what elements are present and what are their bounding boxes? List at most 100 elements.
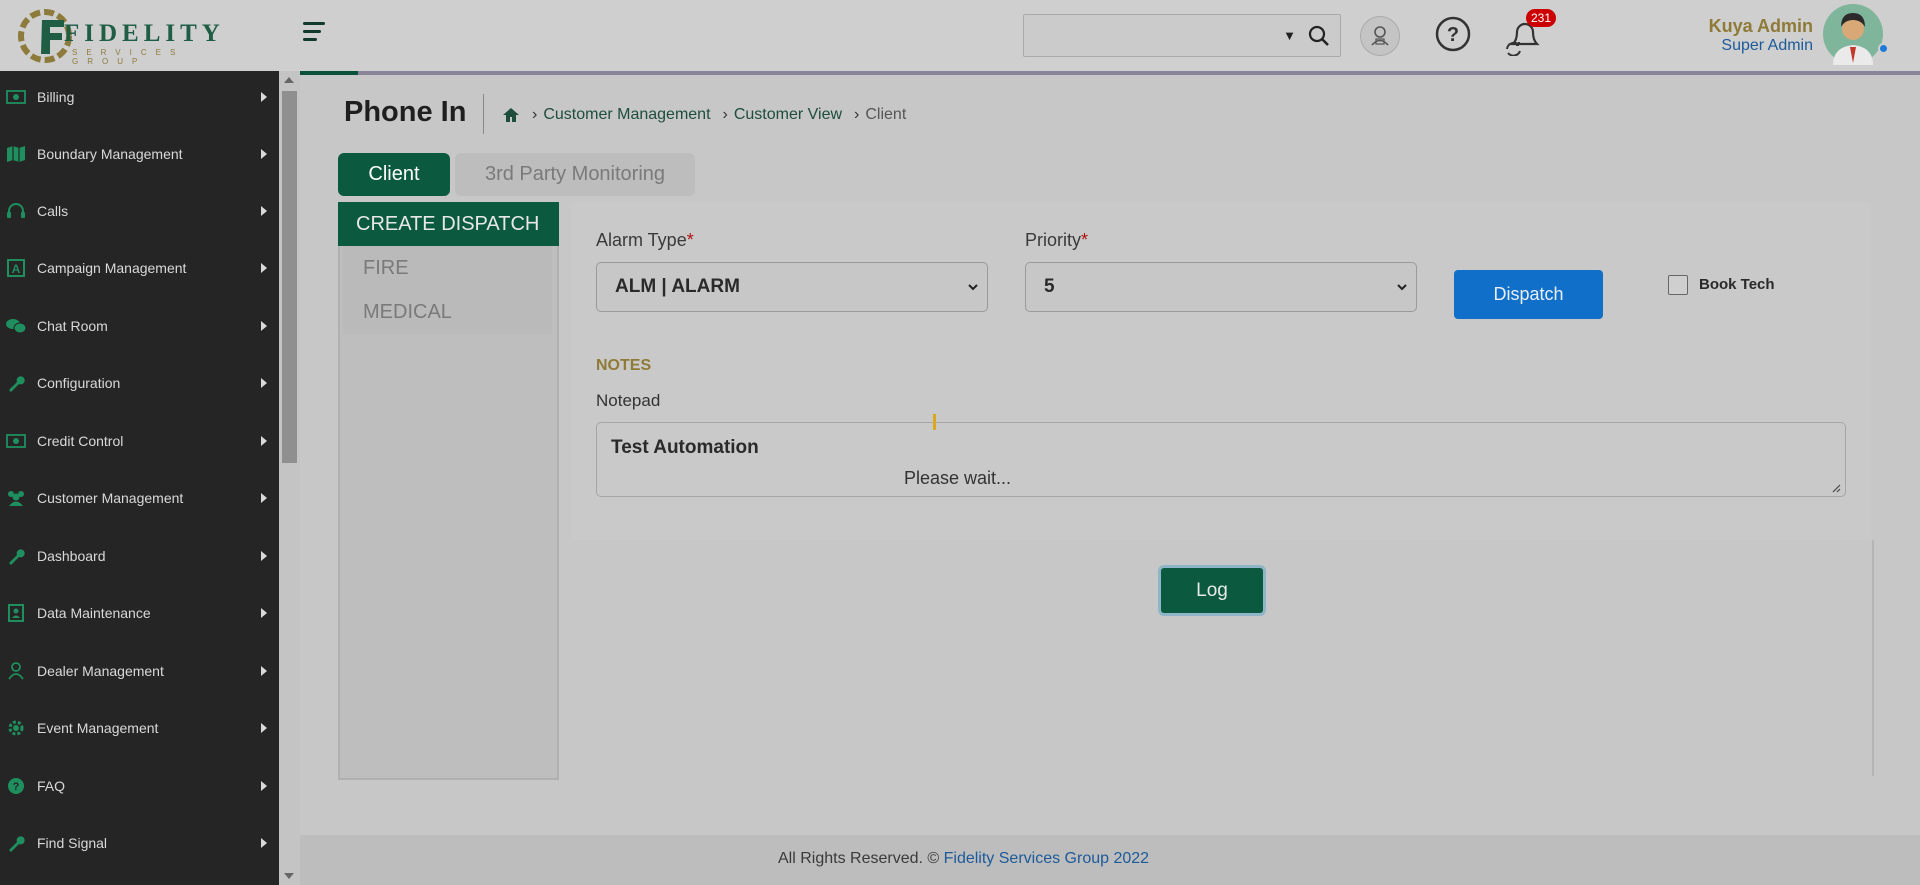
tab-client[interactable]: Client <box>338 153 450 196</box>
user-name[interactable]: Kuya Admin <box>1700 16 1813 37</box>
notepad-value: Test Automation <box>611 437 759 458</box>
fidelity-logo[interactable]: FIDELITY SERVICES GROUP <box>18 6 258 66</box>
sidebar-item-label: Configuration <box>37 375 121 391</box>
caret-down-icon[interactable]: ▼ <box>1283 28 1296 43</box>
caret-right-icon <box>261 666 267 676</box>
sidebar-item-dashboard[interactable]: Dashboard <box>0 536 279 576</box>
caret-right-icon <box>261 206 267 216</box>
wrench-icon <box>4 547 28 565</box>
help-icon[interactable]: ? <box>1434 15 1472 53</box>
question-icon: ? <box>4 777 28 795</box>
content-edge <box>1872 540 1874 776</box>
user-role: Super Admin <box>1721 37 1813 54</box>
avatar[interactable] <box>1823 3 1883 65</box>
scroll-thumb[interactable] <box>282 91 297 463</box>
notification-badge: 231 <box>1526 9 1557 27</box>
sidebar-item-credit-control[interactable]: Credit Control <box>0 421 279 461</box>
resize-handle-icon[interactable] <box>1831 483 1841 493</box>
chevron-down-icon <box>1397 284 1407 291</box>
caret-right-icon <box>261 723 267 733</box>
text-cursor <box>933 414 936 430</box>
top-header: FIDELITY SERVICES GROUP ▼ ? 231 Kuya Adm… <box>0 0 1920 71</box>
sidebar-item-find-signal[interactable]: Find Signal <box>0 823 279 863</box>
sidebar-item-label: Data Maintenance <box>37 605 151 621</box>
footer-text: All Rights Reserved. © Fidelity Services… <box>778 850 1150 867</box>
sidebar-item-label: Dashboard <box>37 548 106 564</box>
priority-label: Priority* <box>1025 230 1089 250</box>
user-icon <box>4 662 28 680</box>
svg-text:A: A <box>12 262 21 276</box>
caret-right-icon <box>261 436 267 446</box>
sidebar-scrollbar[interactable] <box>279 71 300 885</box>
sidebar-item-boundary-management[interactable]: Boundary Management <box>0 134 279 174</box>
svg-text:?: ? <box>1447 24 1459 46</box>
alarm-type-label: Alarm Type* <box>596 230 694 250</box>
footer-link[interactable]: Fidelity Services Group 2022 <box>944 850 1149 867</box>
sidebar-item-configuration[interactable]: Configuration <box>0 363 279 403</box>
page-title: Phone In <box>344 96 467 128</box>
wrench-icon <box>4 834 28 852</box>
sidebar-item-label: Credit Control <box>37 433 124 449</box>
headset-icon <box>4 202 28 220</box>
billing-icon <box>4 432 28 450</box>
agent-status-button[interactable] <box>1360 16 1400 56</box>
wrench-icon <box>4 374 28 392</box>
campaign-icon: A <box>4 259 28 277</box>
sidebar-item-label: Campaign Management <box>37 260 187 276</box>
id-card-icon <box>4 604 28 622</box>
create-dispatch-header: CREATE DISPATCH <box>338 202 559 246</box>
book-tech-label[interactable]: Book Tech <box>1699 276 1775 293</box>
caret-right-icon <box>261 608 267 618</box>
chat-icon <box>4 317 28 335</box>
sidebar-item-chat-room[interactable]: Chat Room <box>0 306 279 346</box>
sidebar-item-customer-management[interactable]: Customer Management <box>0 478 279 518</box>
dispatch-item-medical[interactable]: MEDICAL <box>363 301 452 324</box>
priority-select[interactable]: 5 <box>1025 262 1417 312</box>
sidebar-item-billing[interactable]: Billing <box>0 77 279 117</box>
caret-right-icon <box>261 838 267 848</box>
search-select[interactable]: ▼ <box>1023 14 1341 57</box>
scroll-down-icon[interactable] <box>284 873 294 879</box>
breadcrumb: › Customer Management › Customer View › Cli… <box>502 106 906 124</box>
sidebar-item-label: Billing <box>37 89 75 105</box>
sidebar-item-label: Customer Management <box>37 490 184 506</box>
loading-text: Please wait... <box>904 468 1012 488</box>
breadcrumb-link[interactable]: Customer Management <box>543 106 710 124</box>
svg-text:?: ? <box>13 781 20 793</box>
sidebar-item-faq[interactable]: ? FAQ <box>0 766 279 806</box>
notes-heading: NOTES <box>596 357 652 374</box>
sidebar-item-dealer-management[interactable]: Dealer Management <box>0 651 279 691</box>
sidebar-item-label: Calls <box>37 203 69 219</box>
sidebar-item-event-management[interactable]: Event Management <box>0 708 279 748</box>
sidebar-item-label: Dealer Management <box>37 663 164 679</box>
search-icon[interactable] <box>1308 25 1330 47</box>
dispatch-button[interactable]: Dispatch <box>1454 270 1603 319</box>
dispatch-item-fire[interactable]: FIRE <box>363 257 409 280</box>
header-divider-accent <box>300 71 358 75</box>
caret-right-icon <box>261 551 267 561</box>
menu-toggle-icon[interactable] <box>303 22 327 44</box>
chevron-down-icon <box>968 284 978 291</box>
sidebar-item-campaign-management[interactable]: A Campaign Management <box>0 248 279 288</box>
log-button[interactable]: Log <box>1158 565 1266 616</box>
header-divider <box>300 71 1920 75</box>
scroll-up-icon[interactable] <box>284 77 294 83</box>
breadcrumb-link[interactable]: Customer View <box>734 106 842 124</box>
notepad-textarea[interactable]: Test Automation <box>596 422 1846 497</box>
sidebar-item-label: Event Management <box>37 720 159 736</box>
alarm-type-select[interactable]: ALM | ALARM <box>596 262 988 312</box>
logo-subtitle: SERVICES GROUP <box>72 48 185 66</box>
sidebar-item-data-maintenance[interactable]: Data Maintenance <box>0 593 279 633</box>
caret-right-icon <box>261 263 267 273</box>
sidebar-item-calls[interactable]: Calls <box>0 191 279 231</box>
book-tech-checkbox[interactable] <box>1668 275 1688 295</box>
caret-right-icon <box>261 378 267 388</box>
home-icon[interactable] <box>502 107 520 123</box>
caret-right-icon <box>261 321 267 331</box>
tab-3rd-party-monitoring[interactable]: 3rd Party Monitoring <box>455 153 695 196</box>
sidebar-item-label: Chat Room <box>37 318 108 334</box>
users-icon <box>4 489 28 507</box>
breadcrumb-current: Client <box>865 106 907 123</box>
notepad-label: Notepad <box>596 391 661 410</box>
sidebar-item-label: Find Signal <box>37 835 108 851</box>
